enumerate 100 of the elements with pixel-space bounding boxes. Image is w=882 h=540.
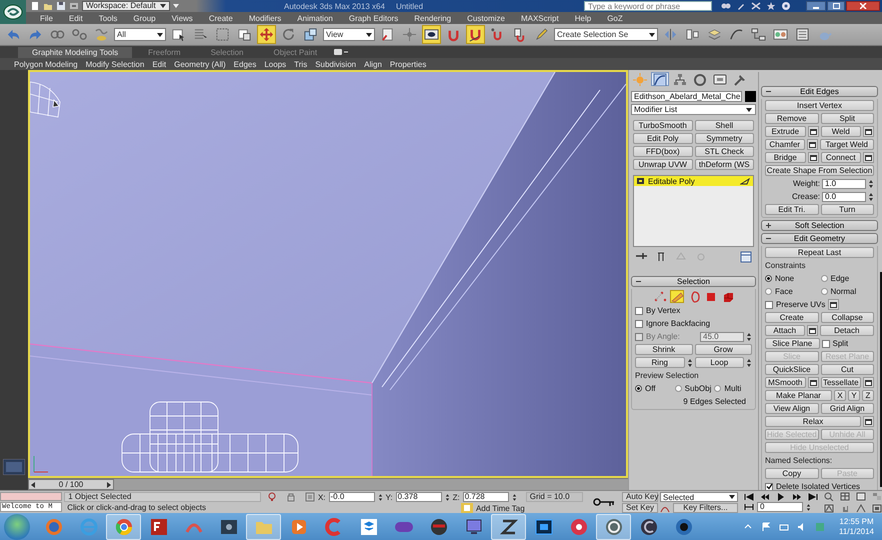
modifier-button[interactable]: Edit Poly xyxy=(633,133,692,144)
ribbon-panel-label[interactable]: Geometry (All) xyxy=(170,60,230,68)
ribbon-panel-label[interactable]: Modify Selection xyxy=(82,60,148,68)
menu-item[interactable]: Customize xyxy=(459,14,513,22)
menu-item[interactable]: Views xyxy=(164,14,201,22)
radio-label: Multi xyxy=(724,384,742,393)
command-button[interactable]: Collapse xyxy=(820,312,874,323)
coordinate-field[interactable]: 0.378 xyxy=(396,492,442,502)
command-button[interactable]: Grow xyxy=(694,344,752,355)
menu-item[interactable]: Group xyxy=(125,14,164,22)
menu-item[interactable]: Graph Editors xyxy=(340,14,406,22)
menu-item[interactable]: File xyxy=(32,14,61,22)
set-key-button[interactable]: Set Key xyxy=(622,503,658,513)
frame-counter[interactable]: 0 / 100 xyxy=(28,479,114,490)
menu-item[interactable]: Help xyxy=(566,14,600,22)
command-button[interactable]: Split xyxy=(820,113,874,124)
menu-item[interactable]: Tools xyxy=(90,14,126,22)
command-button[interactable]: Detach xyxy=(820,325,874,336)
command-button[interactable]: Weld xyxy=(820,126,861,137)
menu-item[interactable]: Modifiers xyxy=(240,14,290,22)
rollout-header[interactable]: Soft Selection xyxy=(761,220,878,231)
dropdown[interactable]: All xyxy=(114,28,166,41)
modifier-button[interactable]: TurboSmooth xyxy=(633,120,692,131)
menu-item[interactable]: GoZ xyxy=(599,14,631,22)
key-mode-dropdown[interactable]: Selected xyxy=(660,492,738,502)
command-button[interactable]: QuickSlice xyxy=(765,364,818,375)
dropdown[interactable]: View xyxy=(323,28,375,41)
coordinate-label: Y: xyxy=(386,492,393,502)
command-button[interactable]: Loop xyxy=(694,357,744,368)
command-button[interactable]: View Align xyxy=(765,403,818,414)
ribbon-panel-label[interactable]: Subdivision xyxy=(311,60,360,68)
command-button[interactable]: Copy xyxy=(765,468,818,479)
menu-item[interactable]: Create xyxy=(200,14,241,22)
coordinate-label: Z: xyxy=(452,492,460,502)
object-name-field[interactable]: Edithson_Abelard_Metal_Che xyxy=(631,90,742,102)
menu-item[interactable]: MAXScript xyxy=(512,14,567,22)
rollout-header[interactable]: Selection xyxy=(631,276,756,287)
command-button[interactable]: Target Weld xyxy=(820,139,874,150)
command-button[interactable]: Edit Tri. xyxy=(765,204,818,215)
frame-field[interactable]: 0 xyxy=(757,502,803,512)
modifier-button[interactable]: STL Check xyxy=(694,146,754,157)
group-label: Preview Selection xyxy=(635,371,699,380)
key-filters-button[interactable]: Key Filters... xyxy=(673,503,738,513)
ribbon-panel-label[interactable]: Edit xyxy=(148,60,170,68)
checkbox-label: Ignore Backfacing xyxy=(646,319,710,328)
menu-item[interactable]: Rendering xyxy=(406,14,460,22)
number-field[interactable]: 0.0 xyxy=(822,192,866,202)
menu-item[interactable]: Animation xyxy=(289,14,341,22)
number-field[interactable]: 1.0 xyxy=(822,178,866,188)
command-button[interactable]: MSmooth xyxy=(765,377,806,388)
command-button[interactable]: Attach xyxy=(765,325,804,336)
window-title: Autodesk 3ds Max 2013 x64 xyxy=(284,2,385,10)
dropdown[interactable]: Create Selection Se xyxy=(554,28,658,41)
rollout-header[interactable]: Edit Edges xyxy=(761,86,878,97)
ribbon-panel-label[interactable]: Tris xyxy=(290,60,312,68)
auto-key-button[interactable]: Auto Key xyxy=(622,492,658,502)
command-button[interactable]: Bridge xyxy=(765,152,806,163)
ribbon-panel-label[interactable]: Properties xyxy=(386,60,430,68)
time-tag-label[interactable]: Add Time Tag xyxy=(476,504,525,512)
ribbon-panel-label[interactable]: Edges xyxy=(230,60,260,68)
command-button[interactable]: Turn xyxy=(820,204,874,215)
command-button[interactable]: Connect xyxy=(820,152,861,163)
command-button[interactable]: Repeat Last xyxy=(765,247,874,258)
modifier-list-dropdown[interactable]: Modifier List xyxy=(631,104,756,115)
grid-size: Grid = 10.0 xyxy=(526,492,583,502)
axis-button[interactable]: Z xyxy=(862,390,874,401)
modifier-button[interactable]: Shell xyxy=(694,120,754,131)
command-button[interactable]: Tessellate xyxy=(820,377,861,388)
menu-item[interactable]: Edit xyxy=(60,14,91,22)
modifier-button[interactable]: FFD(box) xyxy=(633,146,692,157)
axis-button[interactable]: Y xyxy=(848,390,860,401)
ribbon-panel-label[interactable]: Loops xyxy=(260,60,290,68)
axis-button[interactable]: X xyxy=(834,390,846,401)
status-text: 9 Edges Selected xyxy=(683,397,746,406)
command-button[interactable]: Relax xyxy=(765,416,861,427)
command-button[interactable]: Create xyxy=(765,312,818,323)
modifier-button[interactable]: Unwrap UVW xyxy=(633,159,692,170)
command-button[interactable]: Extrude xyxy=(765,126,806,137)
ribbon-panel-label[interactable]: Align xyxy=(360,60,386,68)
rollout-header[interactable]: Edit Geometry xyxy=(761,233,878,244)
ribbon-tab[interactable]: Graphite Modeling Tools xyxy=(18,46,132,58)
command-button[interactable]: Grid Align xyxy=(820,403,874,414)
command-button[interactable]: Cut xyxy=(820,364,874,375)
stack-item[interactable]: Editable Poly xyxy=(634,176,753,186)
command-button[interactable]: Create Shape From Selection xyxy=(765,165,874,176)
command-button[interactable]: Insert Vertex xyxy=(765,100,874,111)
coordinate-field[interactable]: -0.0 xyxy=(328,492,374,502)
command-button[interactable]: Make Planar xyxy=(765,390,832,401)
command-button[interactable]: Slice Plane xyxy=(765,338,820,349)
modifier-button[interactable]: thDeform (WS xyxy=(694,159,754,170)
coordinate-field[interactable]: 0.728 xyxy=(462,492,509,502)
command-button[interactable]: Remove xyxy=(765,113,818,124)
command-button[interactable]: Ring xyxy=(635,357,684,368)
workspace-dropdown[interactable]: Workspace: Default xyxy=(82,1,170,11)
ribbon-panel-label[interactable]: Polygon Modeling xyxy=(10,60,82,68)
command-button[interactable]: Chamfer xyxy=(765,139,804,150)
modifier-button[interactable]: Symmetry xyxy=(694,133,754,144)
command-button[interactable]: Shrink xyxy=(635,344,692,355)
checkbox-label: Split xyxy=(832,339,848,348)
search-field[interactable]: Type a keyword or phrase xyxy=(584,1,712,11)
